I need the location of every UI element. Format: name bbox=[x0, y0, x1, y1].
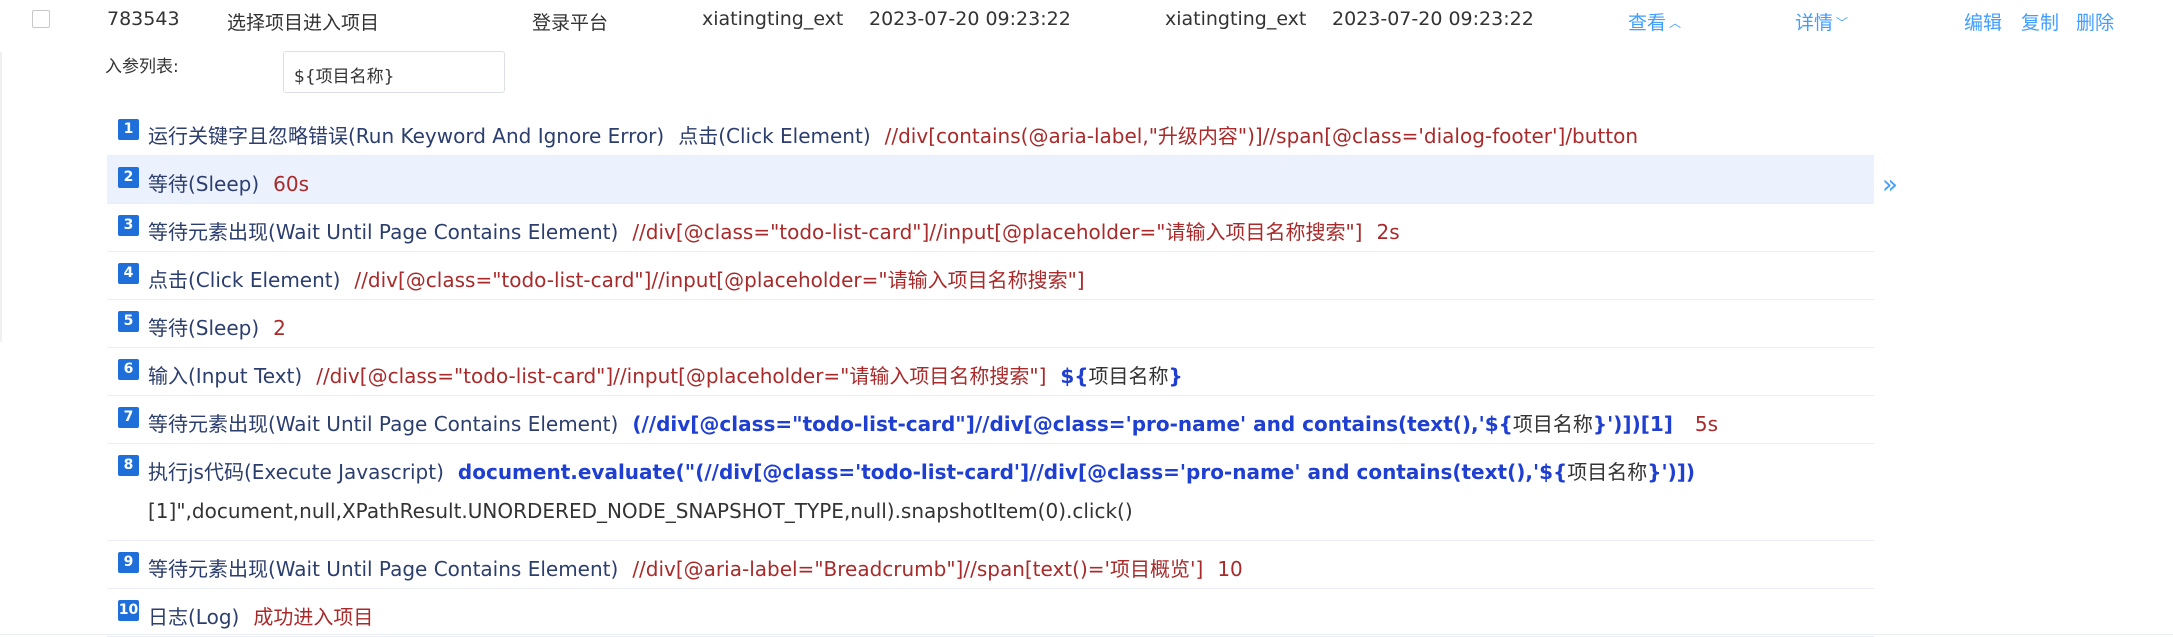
step-row[interactable]: 3 等待元素出现(Wait Until Page Contains Elemen… bbox=[107, 204, 1874, 252]
step-number: 3 bbox=[118, 215, 139, 236]
view-toggle-link[interactable]: 查看 ︿ bbox=[1628, 8, 1681, 35]
step-arg: //div[@class="todo-list-card"]//input[@p… bbox=[316, 364, 1047, 388]
step-row[interactable]: 9 等待元素出现(Wait Until Page Contains Elemen… bbox=[107, 541, 1874, 589]
param-value-field[interactable]: ${项目名称} bbox=[283, 51, 505, 93]
step-keyword: 输入(Input Text) bbox=[148, 364, 303, 388]
step-row[interactable]: 7 等待元素出现(Wait Until Page Contains Elemen… bbox=[107, 396, 1874, 444]
step-keyword: 等待(Sleep) bbox=[148, 172, 260, 196]
step-number: 1 bbox=[118, 119, 139, 140]
step-arg: 成功进入项目 bbox=[253, 605, 374, 629]
left-edge-rule bbox=[0, 52, 2, 342]
chevron-down-icon: ﹀ bbox=[1836, 16, 1849, 30]
step-number: 2 bbox=[118, 167, 139, 188]
table-row: 783543 选择项目进入项目 登录平台 xiatingting_ext 202… bbox=[0, 0, 2173, 42]
record-id: 783543 bbox=[107, 8, 180, 30]
step-arg: //div[@aria-label="Breadcrumb"]//span[te… bbox=[632, 557, 1204, 581]
step-number: 10 bbox=[118, 600, 139, 621]
step-keyword: 等待元素出现(Wait Until Page Contains Element) bbox=[148, 557, 619, 581]
step-arg: 2 bbox=[273, 316, 286, 340]
step-keyword: 等待元素出现(Wait Until Page Contains Element) bbox=[148, 412, 619, 436]
step-arg: 点击(Click Element) bbox=[678, 124, 871, 148]
step-row[interactable]: 1 运行关键字且忽略错误(Run Keyword And Ignore Erro… bbox=[107, 108, 1874, 156]
step-expression: document.evaluate("(//div[@class='todo-l… bbox=[457, 460, 1696, 484]
step-keyword: 等待元素出现(Wait Until Page Contains Element) bbox=[148, 220, 619, 244]
step-row[interactable]: 5 等待(Sleep) 2 bbox=[107, 300, 1874, 348]
step-row[interactable]: 8 执行js代码(Execute Javascript) document.eva… bbox=[107, 444, 1874, 541]
step-number: 6 bbox=[118, 359, 139, 380]
step-arg: //div[@class="todo-list-card"]//input[@p… bbox=[354, 268, 1085, 292]
step-keyword: 点击(Click Element) bbox=[148, 268, 341, 292]
step-list: 1 运行关键字且忽略错误(Run Keyword And Ignore Erro… bbox=[107, 108, 1874, 637]
record-creator: xiatingting_ext bbox=[702, 8, 844, 30]
step-arg: 2s bbox=[1376, 220, 1400, 244]
step-row[interactable]: 6 输入(Input Text) //div[@class="todo-list-… bbox=[107, 348, 1874, 396]
step-keyword: 等待(Sleep) bbox=[148, 316, 260, 340]
step-row[interactable]: 4 点击(Click Element) //div[@class="todo-li… bbox=[107, 252, 1874, 300]
step-row[interactable]: 2 等待(Sleep) 60s bbox=[107, 156, 1874, 204]
step-keyword: 执行js代码(Execute Javascript) bbox=[148, 460, 444, 484]
step-variable: ${项目名称} bbox=[1060, 364, 1183, 388]
copy-link[interactable]: 复制 bbox=[2021, 8, 2059, 35]
delete-link[interactable]: 删除 bbox=[2076, 8, 2114, 35]
step-arg: //div[@class="todo-list-card"]//input[@p… bbox=[632, 220, 1363, 244]
step-arg: 10 bbox=[1217, 557, 1243, 581]
step-number: 4 bbox=[118, 263, 139, 284]
step-arg: 5s bbox=[1694, 412, 1719, 436]
step-arg: 60s bbox=[273, 172, 310, 196]
view-label: 查看 bbox=[1628, 12, 1667, 34]
step-number: 9 bbox=[118, 552, 139, 573]
record-module: 登录平台 bbox=[532, 12, 609, 34]
record-updated-at: 2023-07-20 09:23:22 bbox=[1332, 8, 1534, 30]
detail-toggle-link[interactable]: 详情 ﹀ bbox=[1795, 8, 1848, 35]
divider bbox=[0, 634, 2173, 635]
step-number: 8 bbox=[118, 455, 139, 476]
step-number: 5 bbox=[118, 311, 139, 332]
params-label: 入参列表: bbox=[105, 57, 179, 77]
detail-label: 详情 bbox=[1795, 12, 1834, 34]
record-created-at: 2023-07-20 09:23:22 bbox=[869, 8, 1071, 30]
step-expression: (//div[@class="todo-list-card"]//div[@cl… bbox=[632, 412, 1673, 436]
step-arg: //div[contains(@aria-label,"升级内容")]//spa… bbox=[884, 124, 1639, 148]
step-keyword: 运行关键字且忽略错误(Run Keyword And Ignore Error) bbox=[148, 124, 665, 148]
step-expression-continued: [1]",document,null,XPathResult.UNORDERED… bbox=[148, 499, 1133, 523]
step-keyword: 日志(Log) bbox=[148, 605, 240, 629]
chevron-up-icon: ︿ bbox=[1669, 16, 1682, 30]
double-chevron-right-icon[interactable]: » bbox=[1882, 170, 1898, 200]
row-checkbox[interactable] bbox=[32, 10, 50, 28]
step-row[interactable]: 10 日志(Log) 成功进入项目 bbox=[107, 589, 1874, 637]
edit-link[interactable]: 编辑 bbox=[1964, 8, 2002, 35]
record-updater: xiatingting_ext bbox=[1165, 8, 1307, 30]
step-number: 7 bbox=[118, 407, 139, 428]
record-name: 选择项目进入项目 bbox=[227, 12, 380, 34]
